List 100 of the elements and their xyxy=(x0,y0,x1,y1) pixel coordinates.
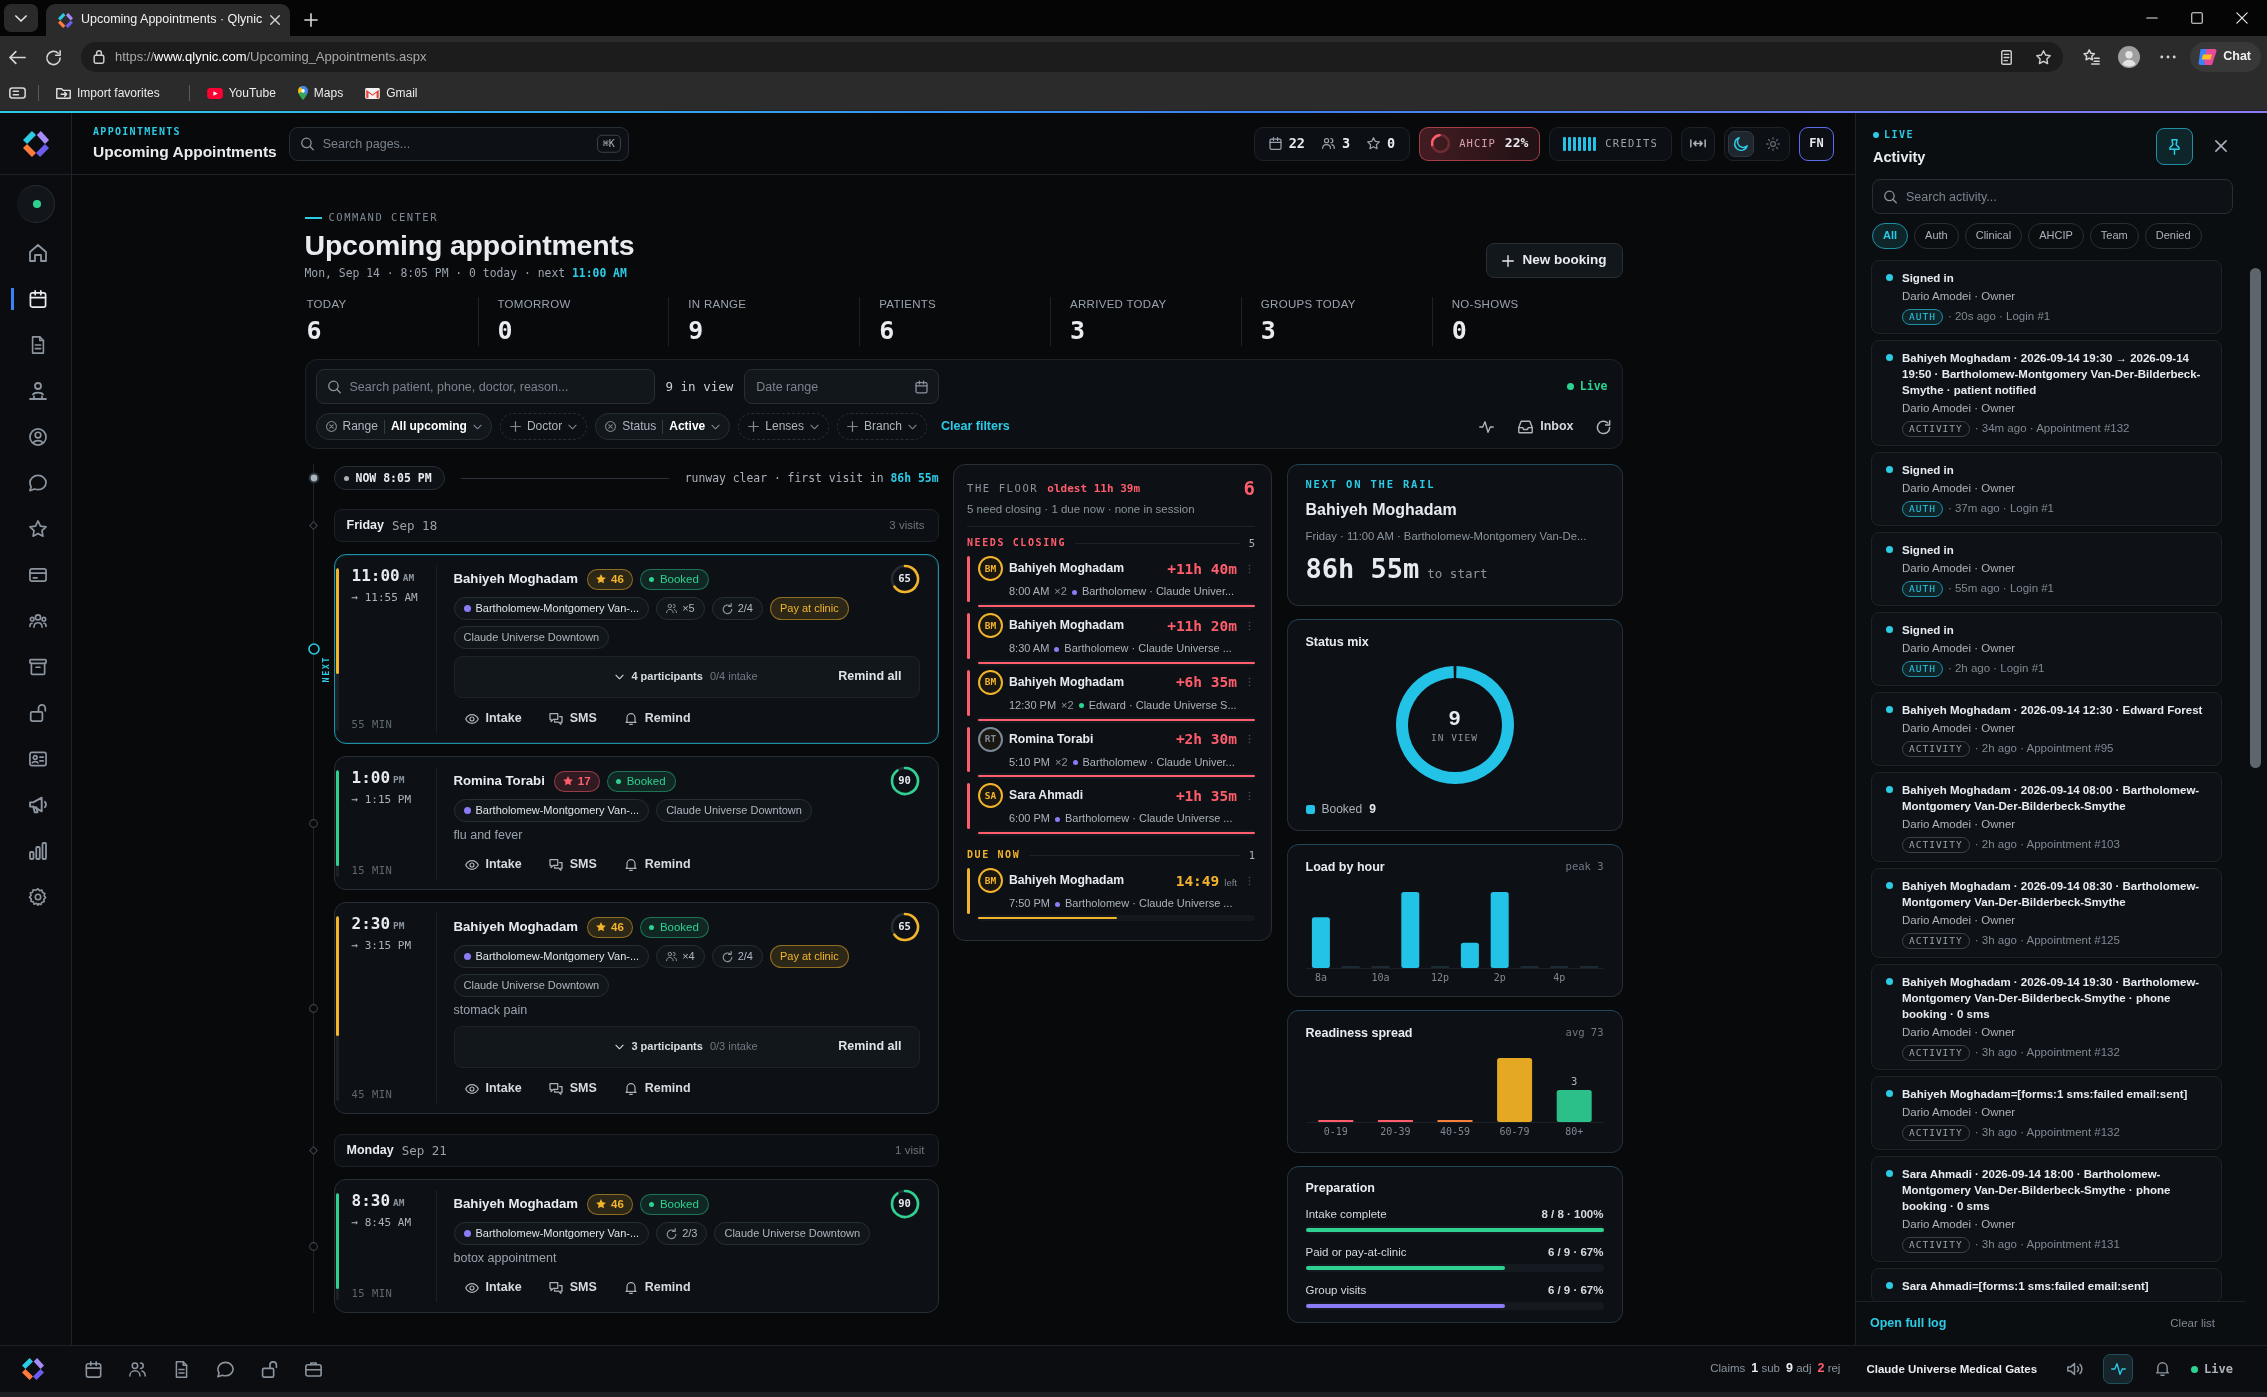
entry-actor: Dario Amodei · Owner xyxy=(1902,641,2017,656)
bookmark-link[interactable]: Maps xyxy=(292,80,349,106)
address-bar[interactable]: https://www.qlynic.com/Upcoming_Appointments.aspx xyxy=(81,42,2064,72)
filter-chip[interactable]: Range All upcoming xyxy=(315,413,492,440)
refresh-icon[interactable] xyxy=(1595,419,1611,434)
eye-icon xyxy=(464,859,479,871)
reader-page-icon[interactable] xyxy=(1999,49,2015,65)
padlock-icon[interactable] xyxy=(261,1360,278,1378)
bookmark-link[interactable]: Import favorites xyxy=(51,80,165,106)
sms-button[interactable]: SMS xyxy=(548,1280,597,1296)
credit-bars-icon xyxy=(1563,136,1597,151)
clear-list-button[interactable]: Clear list xyxy=(2170,1316,2215,1331)
location-tag: Claude Universe Downtown xyxy=(656,799,812,822)
remind-all-button[interactable]: Remind all xyxy=(838,669,902,685)
floor-item[interactable]: BM Bahiyeh Moghadam +11h 20m 8:30 AM Bartholomew · Claude Universe ... xyxy=(967,610,1255,667)
filter-tab[interactable]: All xyxy=(1872,223,1909,249)
duration: 55 MIN xyxy=(351,717,394,731)
new-tab-icon[interactable] xyxy=(304,13,318,27)
search-field[interactable]: Search activity... xyxy=(1872,179,2233,214)
calendar-icon[interactable] xyxy=(85,1360,102,1378)
status-button[interactable] xyxy=(17,185,55,223)
sms-button[interactable]: SMS xyxy=(548,1081,597,1097)
floor-item[interactable]: SA Sara Ahmadi +1h 35m 6:00 PM Bartholomew · Claude Universe ... xyxy=(967,780,1255,838)
status-label: Booked xyxy=(659,1196,699,1212)
remind-button[interactable]: Remind xyxy=(623,857,691,873)
star-icon xyxy=(596,574,607,584)
remind-button[interactable]: Remind xyxy=(623,1081,691,1097)
pulse-icon[interactable] xyxy=(1479,419,1495,434)
bookmark-link[interactable]: YouTube xyxy=(201,80,281,106)
close-tab-icon[interactable] xyxy=(270,15,281,25)
counter-value: 22 xyxy=(1288,135,1305,152)
visit-place: Bartholomew · Claude Universe ... xyxy=(1064,642,1232,656)
chat-button[interactable]: Chat xyxy=(2190,42,2261,72)
credit-card-icon xyxy=(28,566,47,584)
credits-button[interactable]: CREDITS xyxy=(1549,126,1672,161)
participants-toggle[interactable]: 3 participants 0/3 intake xyxy=(615,1040,758,1054)
floor-item[interactable]: BM Bahiyeh Moghadam +11h 40m 8:00 AM ×2 Bartholomew · Claude Univer... xyxy=(967,553,1255,611)
counter-value: 3 xyxy=(1341,135,1351,152)
floor-item[interactable]: RT Romina Torabi +2h 30m 5:10 PM ×2 Bartholomew · Claude Univer... xyxy=(967,723,1255,781)
inbox-button[interactable]: Inbox xyxy=(1518,418,1574,435)
intake-button[interactable]: Intake xyxy=(464,1081,522,1097)
close-window-icon[interactable] xyxy=(2236,12,2248,24)
chat-bubble-icon xyxy=(28,474,47,492)
add-favorite-icon[interactable] xyxy=(2036,49,2052,65)
meridiem: PM xyxy=(393,773,405,787)
initials-avatar: BM xyxy=(978,868,1003,894)
width-toggle-button[interactable] xyxy=(1681,126,1715,161)
patient-name: Romina Torabi xyxy=(1009,731,1095,747)
browser-tab[interactable]: Upcoming Appointments · Qlynic xyxy=(46,4,290,36)
activity-button[interactable] xyxy=(2103,1354,2134,1384)
metric-label: Group visits xyxy=(1305,1283,1367,1297)
scrollbar-thumb[interactable] xyxy=(2250,268,2261,768)
clear-filters-link[interactable]: Clear filters xyxy=(941,418,1010,435)
sms-button[interactable]: SMS xyxy=(548,711,597,727)
briefcase-icon[interactable] xyxy=(305,1360,322,1378)
entry-title: Signed in xyxy=(1902,463,1955,478)
sms-button[interactable]: SMS xyxy=(548,857,597,873)
tab-list-button[interactable] xyxy=(4,4,38,32)
filter-chip[interactable]: Status Active xyxy=(595,413,731,440)
visit-count: 1 visit xyxy=(895,1143,925,1158)
back-arrow-icon[interactable] xyxy=(9,49,26,65)
floor-item[interactable]: BM Bahiyeh Moghadam +6h 35m 12:30 PM ×2 Edward · Claude Universe S... xyxy=(967,666,1255,724)
star-list-icon[interactable] xyxy=(2083,49,2101,65)
remind-all-button[interactable]: Remind all xyxy=(838,1039,902,1055)
more-options-icon[interactable] xyxy=(2160,55,2177,59)
sidebar-toggle-icon[interactable] xyxy=(9,87,26,99)
initials-avatar: BM xyxy=(978,669,1003,695)
search-field[interactable]: Search patient, phone, doctor, reason... xyxy=(315,369,655,404)
refresh-icon[interactable] xyxy=(45,49,62,65)
ahcip-button[interactable]: AHCIP 22% xyxy=(1419,126,1541,161)
visit-reason: stomack pain xyxy=(453,1002,529,1019)
scrollbar[interactable] xyxy=(2245,113,2267,1345)
home-icon xyxy=(28,244,47,262)
remind-button[interactable]: Remind xyxy=(623,711,691,727)
intake-button[interactable]: Intake xyxy=(464,857,522,873)
remind-button[interactable]: Remind xyxy=(623,1280,691,1296)
maximize-icon[interactable] xyxy=(2191,12,2203,24)
chat-bubble-icon[interactable] xyxy=(217,1360,234,1378)
floor-item[interactable]: BM Bahiyeh Moghadam 14:49 left 7:50 PM Bartholomew · Claude Universe ... xyxy=(967,865,1255,922)
open-log-link[interactable]: Open full log xyxy=(1870,1315,1947,1332)
pin-button[interactable] xyxy=(2156,128,2193,165)
party-size: ×5 xyxy=(682,601,695,616)
new-booking-button[interactable]: New booking xyxy=(1485,243,1623,278)
profile-avatar[interactable] xyxy=(2118,46,2141,68)
day-name: Friday xyxy=(346,517,384,534)
session-count: 2/4 xyxy=(737,601,753,616)
document-icon[interactable] xyxy=(173,1360,190,1378)
intake-button[interactable]: Intake xyxy=(464,1280,522,1296)
people-icon[interactable] xyxy=(129,1360,146,1378)
dark-mode-button[interactable] xyxy=(1728,130,1754,157)
bookmark-link[interactable]: Gmail xyxy=(360,80,423,106)
intake-button[interactable]: Intake xyxy=(464,711,522,727)
close-icon[interactable] xyxy=(2215,140,2227,152)
status-dot-icon xyxy=(1885,1090,1893,1097)
date-range-field[interactable]: Date range xyxy=(744,369,940,404)
initials-avatar: SA xyxy=(978,783,1003,809)
entry-actor: Dario Amodei · Owner xyxy=(1902,401,2017,416)
avatar-button[interactable]: FN xyxy=(1799,126,1834,161)
status-dot-icon xyxy=(1885,626,1893,633)
participants-toggle[interactable]: 4 participants 0/4 intake xyxy=(615,670,758,684)
